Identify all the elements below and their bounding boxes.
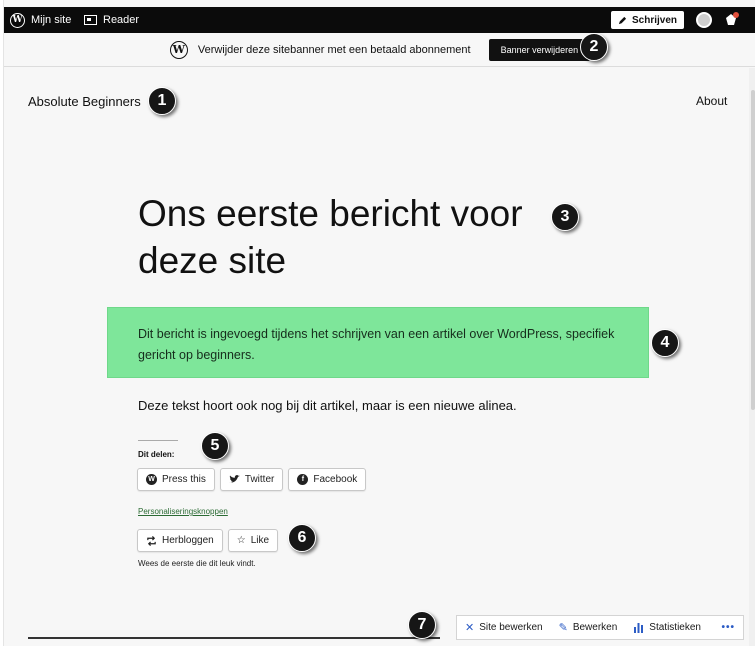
footer-divider — [28, 637, 440, 639]
share-divider — [138, 440, 178, 441]
callout-marker-4: 4 — [651, 329, 679, 357]
wordpress-logo-icon: W — [146, 474, 157, 485]
callout-marker-5: 5 — [201, 432, 229, 460]
browser-viewport: W Mijn site Reader Schrijven W Verwijder… — [3, 0, 755, 646]
reader-menu[interactable]: Reader — [84, 7, 139, 33]
more-options-icon[interactable]: ••• — [721, 622, 743, 633]
site-edit-button[interactable]: ✕ Site bewerken — [457, 621, 551, 634]
like-buttons: Herbloggen ☆ Like — [137, 529, 279, 552]
tools-icon: ✕ — [465, 622, 475, 634]
pen-icon — [618, 16, 627, 24]
callout-marker-7: 7 — [408, 611, 436, 639]
press-this-button[interactable]: W Press this — [137, 468, 215, 491]
like-note: Wees de eerste die dit leuk vindt. — [138, 559, 256, 568]
edit-toolbar: ✕ Site bewerken ✎ Bewerken Statistieken … — [456, 615, 744, 640]
reblog-icon — [147, 535, 156, 546]
callout-marker-3: 3 — [551, 203, 579, 231]
twitter-share-button[interactable]: Twitter — [219, 468, 284, 491]
facebook-icon: f — [297, 474, 309, 485]
share-buttons: W Press this Twitter f Facebook — [137, 468, 367, 491]
callout-marker-6: 6 — [288, 524, 316, 552]
post-title-line1: Ons eerste bericht voor — [138, 193, 523, 234]
wordpress-logo-icon: W — [169, 40, 188, 59]
my-site-label: Mijn site — [31, 14, 72, 26]
star-icon: ☆ — [236, 535, 246, 546]
callout-marker-1: 1 — [148, 87, 176, 115]
site-title[interactable]: Absolute Beginners — [28, 94, 141, 109]
callout-marker-2: 2 — [580, 33, 608, 61]
like-label: Like — [250, 535, 270, 546]
remove-banner-button[interactable]: Banner verwijderen — [488, 38, 591, 61]
admin-bar: W Mijn site Reader Schrijven — [4, 7, 755, 33]
wordpress-logo-icon: W — [10, 12, 25, 28]
stats-icon — [634, 622, 644, 633]
reblog-button[interactable]: Herbloggen — [137, 529, 223, 552]
site-banner: W Verwijder deze sitebanner met een beta… — [4, 33, 755, 67]
press-this-label: Press this — [162, 474, 206, 485]
banner-text: Verwijder deze sitebanner met een betaal… — [197, 43, 471, 56]
pencil-icon: ✎ — [558, 622, 568, 634]
twitter-bird-icon — [229, 475, 240, 483]
twitter-label: Twitter — [244, 474, 275, 485]
post-paragraph: Deze tekst hoort ook nog bij dit artikel… — [138, 398, 517, 413]
nav-about-link[interactable]: About — [696, 94, 727, 108]
write-label: Schrijven — [631, 14, 678, 26]
share-label: Dit delen: — [138, 450, 175, 459]
reblog-label: Herbloggen — [162, 535, 214, 546]
highlight-block: Dit bericht is ingevoegd tijdens het sch… — [107, 307, 649, 378]
like-button[interactable]: ☆ Like — [227, 529, 279, 552]
reader-icon — [84, 15, 97, 25]
write-button[interactable]: Schrijven — [611, 11, 684, 29]
stats-label: Statistieken — [649, 622, 701, 633]
personalise-buttons-link[interactable]: Personaliseringsknoppen — [138, 507, 228, 516]
site-edit-label: Site bewerken — [479, 622, 543, 633]
my-site-menu[interactable]: W Mijn site — [10, 7, 71, 33]
facebook-label: Facebook — [313, 474, 358, 485]
avatar[interactable] — [696, 12, 712, 28]
notifications-bell-icon[interactable] — [723, 12, 739, 28]
post-title: Ons eerste bericht voor deze site — [138, 190, 558, 284]
edit-button[interactable]: ✎ Bewerken — [551, 621, 626, 634]
scrollbar-thumb[interactable] — [751, 90, 755, 410]
reader-label: Reader — [103, 14, 140, 26]
post-title-line2: deze site — [138, 240, 287, 281]
stats-button[interactable]: Statistieken — [625, 622, 709, 633]
facebook-share-button[interactable]: f Facebook — [288, 468, 367, 491]
edit-label: Bewerken — [572, 622, 618, 633]
